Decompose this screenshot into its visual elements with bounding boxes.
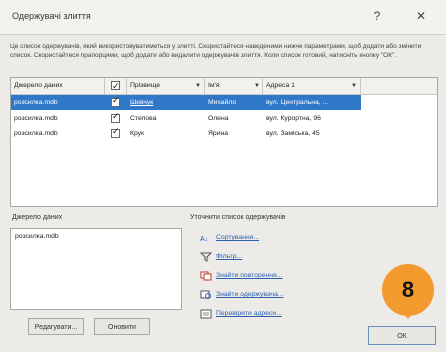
find-recipient-icon bbox=[200, 290, 211, 299]
title-bar: Одержувачі злиття ? ✕ bbox=[0, 0, 446, 35]
instructions-text: Це список одержувачів, який використовув… bbox=[10, 43, 422, 59]
dialog-title: Одержувачі злиття bbox=[12, 11, 91, 21]
cell-address: вул. Центральна, ... bbox=[266, 99, 329, 106]
row-checkbox[interactable] bbox=[111, 95, 120, 107]
column-header-check[interactable] bbox=[105, 78, 127, 94]
table-row[interactable]: розсилка.mdb Крук Ярина вул. Заміська, 4… bbox=[11, 126, 361, 141]
find-duplicates-icon bbox=[200, 271, 212, 281]
chevron-down-icon[interactable]: ▼ bbox=[254, 83, 260, 89]
cell-last-name: Шевчук bbox=[130, 99, 154, 106]
edit-button[interactable]: Редагувати... bbox=[28, 318, 84, 335]
row-checkbox[interactable] bbox=[111, 111, 120, 123]
chevron-down-icon[interactable]: ▼ bbox=[195, 83, 201, 89]
column-header-last-name[interactable]: Прізвище bbox=[127, 78, 205, 94]
mail-merge-recipients-dialog: Одержувачі злиття ? ✕ Це список одержува… bbox=[0, 0, 446, 352]
table-row[interactable]: розсилка.mdb Шевчук Михайло вул. Централ… bbox=[11, 95, 361, 110]
recipients-grid: Джерело даних Прізвище ▼ Ім'я ▼ Адреса 1… bbox=[10, 77, 438, 207]
find-recipient-link[interactable]: Знайти одержувача... bbox=[216, 291, 284, 298]
column-header-source[interactable]: Джерело даних bbox=[11, 78, 105, 94]
cell-address: вул. Курортна, 96 bbox=[266, 115, 321, 122]
refresh-button[interactable]: Оновити bbox=[94, 318, 150, 335]
cell-first-name: Михайло bbox=[208, 99, 237, 106]
data-source-list[interactable]: розсилка.mdb bbox=[10, 228, 182, 310]
cell-source: розсилка.mdb bbox=[14, 115, 58, 122]
cell-last-name: Крук bbox=[130, 130, 145, 137]
sort-icon: A↓ bbox=[200, 236, 208, 243]
header-checkbox[interactable] bbox=[111, 78, 120, 94]
filter-icon bbox=[200, 252, 212, 262]
badge-pointer bbox=[397, 305, 419, 319]
refine-list-label: Уточнити список одержувачів bbox=[190, 214, 286, 221]
column-header-address[interactable]: Адреса 1 bbox=[263, 78, 361, 94]
find-duplicates-link[interactable]: Знайти повторення... bbox=[216, 272, 282, 279]
table-row[interactable]: розсилка.mdb Степова Олена вул. Курортна… bbox=[11, 111, 361, 126]
validate-addresses-link[interactable]: Перевірити адреси... bbox=[216, 310, 282, 317]
grid-header: Джерело даних Прізвище ▼ Ім'я ▼ Адреса 1… bbox=[11, 78, 437, 95]
ok-button[interactable]: ОК bbox=[368, 326, 436, 345]
cell-source: розсилка.mdb bbox=[14, 130, 58, 137]
row-checkbox[interactable] bbox=[111, 126, 120, 138]
cell-first-name: Ярина bbox=[208, 130, 229, 137]
sort-link[interactable]: Сортування... bbox=[216, 234, 259, 241]
cell-last-name: Степова bbox=[130, 115, 157, 122]
validate-addresses-icon bbox=[200, 309, 212, 319]
list-item[interactable]: розсилка.mdb bbox=[15, 233, 59, 240]
help-button[interactable]: ? bbox=[366, 6, 388, 26]
cell-source: розсилка.mdb bbox=[14, 99, 58, 106]
cell-address: вул. Заміська, 45 bbox=[266, 130, 320, 137]
svg-text:A↓: A↓ bbox=[200, 236, 208, 243]
filter-link[interactable]: Фільтр... bbox=[216, 253, 242, 260]
cell-first-name: Олена bbox=[208, 115, 229, 122]
chevron-down-icon[interactable]: ▼ bbox=[351, 83, 357, 89]
data-source-label: Джерело даних bbox=[12, 214, 63, 221]
close-button[interactable]: ✕ bbox=[410, 6, 432, 26]
